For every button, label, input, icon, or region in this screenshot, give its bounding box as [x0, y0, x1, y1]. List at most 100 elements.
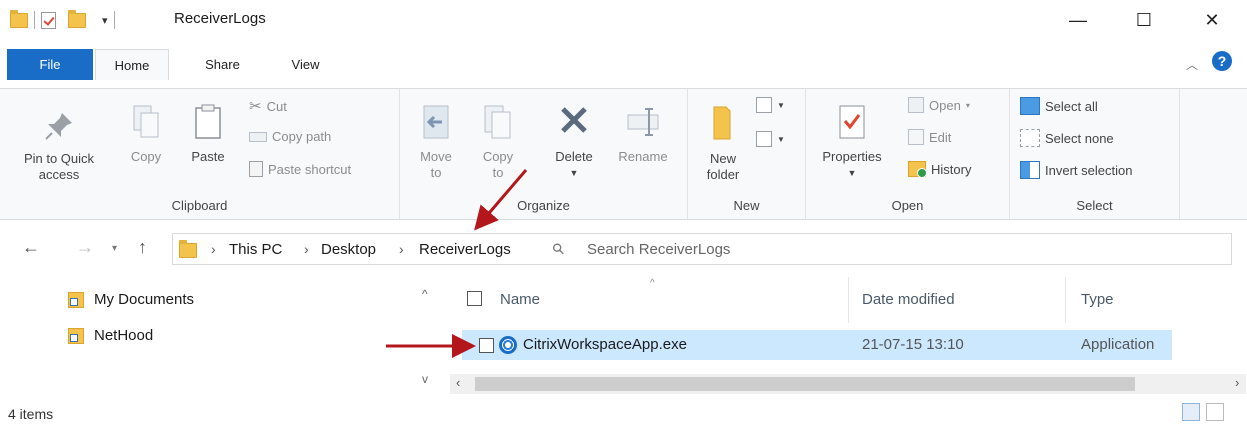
invert-selection-icon — [1020, 161, 1040, 179]
forward-arrow-icon[interactable]: → — [76, 237, 94, 258]
invert-selection-button[interactable]: Invert selection — [1020, 161, 1132, 179]
nav-item-label: NetHood — [94, 327, 154, 344]
nav-item-my-documents[interactable]: My Documents — [68, 291, 194, 308]
breadcrumb-chevron-icon[interactable]: › — [211, 241, 216, 257]
column-header-date-modified[interactable]: Date modified — [862, 291, 955, 308]
paste-icon — [195, 104, 221, 139]
tab-view[interactable]: View — [268, 49, 343, 80]
maximize-button[interactable]: ☐ — [1118, 0, 1170, 40]
up-arrow-icon[interactable]: ↑ — [138, 237, 147, 258]
pin-label-line2: access — [38, 167, 80, 182]
rename-icon — [627, 108, 659, 136]
move-to-button[interactable]: Move to — [414, 103, 458, 181]
tab-file[interactable]: File — [7, 49, 93, 80]
open-icon — [908, 97, 924, 113]
tab-share[interactable]: Share — [185, 49, 260, 80]
column-header-type[interactable]: Type — [1081, 291, 1114, 308]
delete-button[interactable]: Delete ▼ — [546, 103, 602, 181]
file-date-modified: 21-07-15 13:10 — [862, 336, 964, 353]
clipboard-group: Pin to Quick access Copy Paste ✂ Cut Cop… — [0, 89, 400, 219]
cut-button[interactable]: ✂ Cut — [249, 97, 287, 115]
paste-shortcut-label: Paste shortcut — [268, 161, 352, 177]
copy-path-button[interactable]: Copy path — [249, 129, 331, 144]
close-button[interactable]: ✕ — [1186, 0, 1238, 40]
open-label: Open — [929, 97, 961, 113]
open-group-label: Open — [891, 198, 924, 213]
select-none-label: Select none — [1045, 130, 1114, 146]
new-folder-button[interactable]: New folder — [698, 103, 748, 183]
new-group: New folder ▼ ▼ New — [688, 89, 806, 219]
easy-access-icon — [756, 131, 772, 147]
scroll-left-icon[interactable]: ‹ — [456, 375, 460, 390]
back-arrow-icon[interactable]: ← — [22, 237, 40, 258]
rename-button[interactable]: Rename — [612, 103, 674, 165]
status-bar: 4 items — [0, 397, 1247, 427]
table-row[interactable]: CitrixWorkspaceApp.exe 21-07-15 13:10 Ap… — [462, 330, 1172, 360]
ribbon-tabs: File Home Share View ︿ ? — [0, 40, 1247, 88]
column-header-name[interactable]: Name — [500, 291, 540, 308]
breadcrumb-this-pc[interactable]: This PC — [229, 241, 282, 258]
scrollbar-thumb[interactable] — [475, 377, 1135, 391]
search-icon: ⚲ — [548, 239, 569, 260]
select-all-button[interactable]: Select all — [1020, 97, 1098, 115]
organize-group-label: Organize — [517, 198, 570, 213]
properties-button[interactable]: Properties ▼ — [818, 103, 886, 181]
open-button[interactable]: Open ▾ — [908, 97, 970, 113]
copy-label: Copy — [130, 149, 162, 164]
tab-home[interactable]: Home — [95, 49, 169, 80]
nav-item-nethood[interactable]: NetHood — [68, 327, 153, 344]
breadcrumb-chevron-icon[interactable]: › — [399, 241, 404, 257]
properties-icon[interactable] — [41, 11, 56, 29]
row-checkbox[interactable] — [479, 338, 494, 353]
large-icons-view-icon[interactable] — [1206, 403, 1224, 421]
navigation-pane: My Documents NetHood — [0, 277, 410, 397]
copy-to-button[interactable]: Copy to — [476, 103, 520, 181]
citrix-app-icon — [499, 336, 517, 354]
breadcrumb-receiverlogs[interactable]: ReceiverLogs — [419, 241, 511, 258]
search-input[interactable]: Search ReceiverLogs — [587, 241, 730, 258]
help-icon[interactable]: ? — [1212, 51, 1232, 71]
column-divider[interactable] — [1065, 277, 1066, 323]
scissors-icon: ✂ — [249, 98, 262, 115]
scroll-up-icon[interactable]: ^ — [422, 287, 428, 301]
new-folder-icon[interactable] — [68, 9, 86, 28]
edit-button[interactable]: Edit — [908, 129, 951, 145]
breadcrumb-desktop[interactable]: Desktop — [321, 241, 376, 258]
copy-to-icon — [484, 105, 511, 139]
separator — [34, 11, 35, 29]
breadcrumb-chevron-icon[interactable]: › — [304, 241, 309, 257]
new-item-button[interactable]: ▼ — [756, 97, 785, 113]
paste-button[interactable]: Paste — [183, 103, 233, 165]
paste-shortcut-button[interactable]: Paste shortcut — [249, 161, 351, 177]
select-none-icon — [1020, 129, 1040, 147]
history-label: History — [931, 161, 972, 177]
collapse-ribbon-icon[interactable]: ︿ — [1186, 56, 1198, 73]
scroll-right-icon[interactable]: › — [1235, 375, 1239, 390]
history-button[interactable]: History — [908, 161, 972, 178]
horizontal-scrollbar[interactable]: ‹ › — [450, 374, 1246, 394]
pin-icon — [45, 113, 72, 140]
easy-access-button[interactable]: ▼ — [756, 131, 785, 147]
history-icon — [908, 161, 927, 178]
shortcut-folder-icon — [68, 291, 84, 308]
select-group-label: Select — [1076, 198, 1113, 213]
minimize-button[interactable]: — — [1052, 0, 1104, 40]
nav-item-label: My Documents — [94, 291, 195, 308]
copy-to-label-line1: Copy — [482, 149, 514, 164]
details-view-icon[interactable] — [1182, 403, 1200, 421]
customize-toolbar-dropdown[interactable]: ▾ — [102, 14, 108, 27]
select-all-checkbox[interactable] — [467, 291, 482, 306]
pin-quick-access-button[interactable]: Pin to Quick access — [16, 109, 102, 183]
scroll-down-icon[interactable]: v — [422, 372, 428, 386]
select-none-button[interactable]: Select none — [1020, 129, 1114, 147]
recent-locations-icon[interactable]: ▾ — [112, 243, 117, 254]
copy-button[interactable]: Copy — [124, 103, 168, 165]
clipboard-group-label: Clipboard — [171, 198, 228, 213]
delete-dropdown-icon[interactable]: ▼ — [546, 165, 602, 181]
address-bar[interactable]: › This PC › Desktop › ReceiverLogs ⚲ Sea… — [172, 233, 1232, 265]
move-to-icon — [423, 105, 449, 139]
properties-dropdown-icon[interactable]: ▼ — [818, 165, 886, 181]
folder-icon — [179, 240, 197, 258]
column-divider[interactable] — [848, 277, 849, 323]
new-group-label: New — [733, 198, 760, 213]
